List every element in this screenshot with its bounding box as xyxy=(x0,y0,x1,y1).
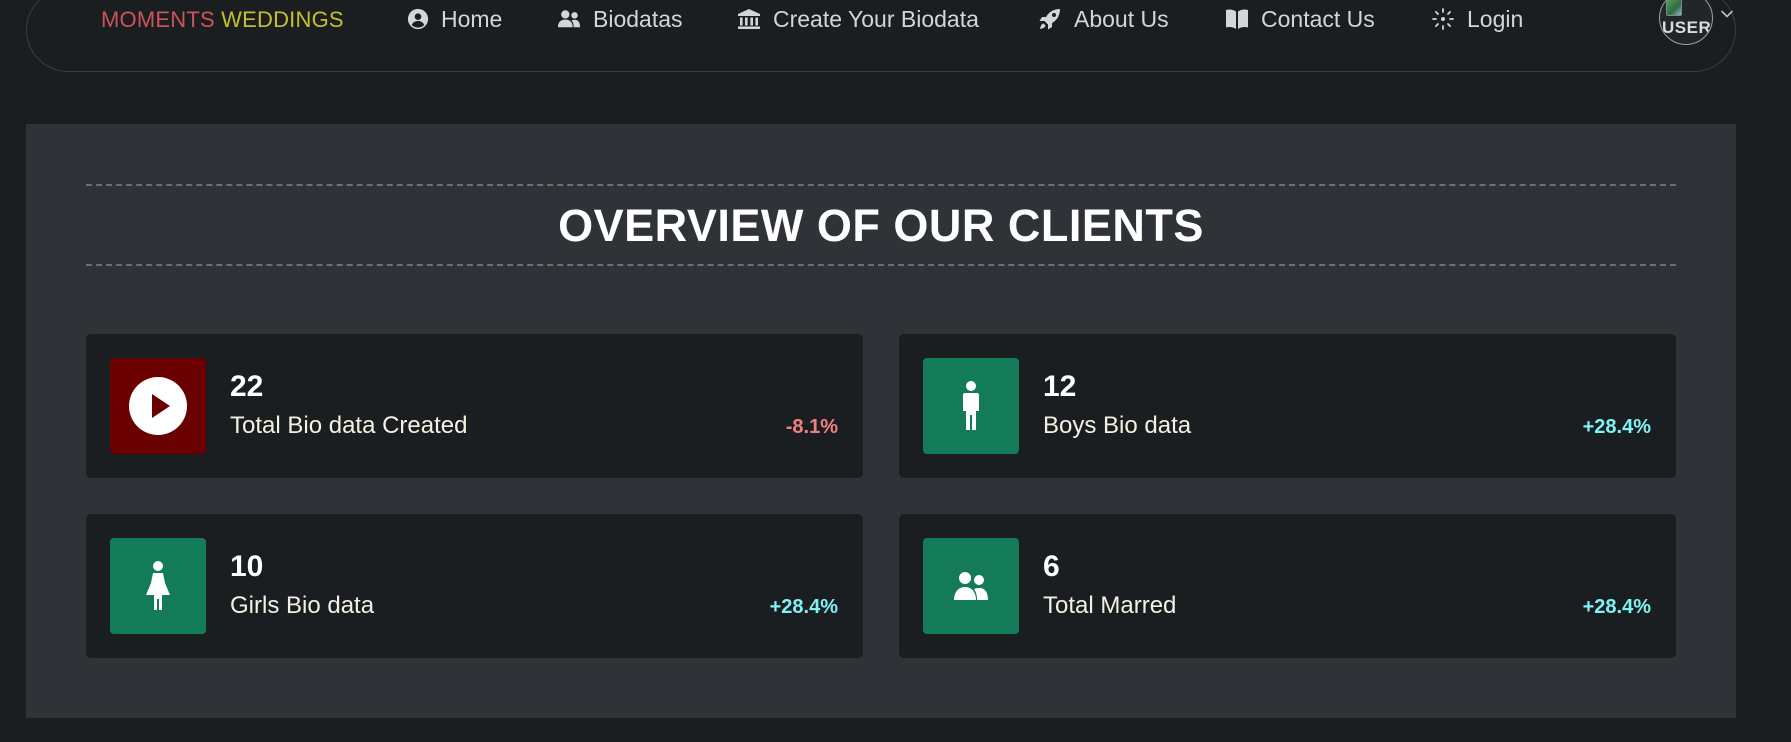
stat-card-icon-box xyxy=(110,358,206,454)
nav-about-label: About Us xyxy=(1074,5,1169,32)
chevron-down-icon[interactable] xyxy=(1720,7,1734,21)
stat-label: Total Marred xyxy=(1043,592,1177,619)
login-icon xyxy=(1432,8,1454,30)
stat-change: +28.4% xyxy=(1582,596,1651,618)
stat-change: +28.4% xyxy=(1582,416,1651,438)
section-title: OVERVIEW OF OUR CLIENTS xyxy=(558,200,1204,251)
stat-value: 22 xyxy=(230,370,264,403)
stat-label: Total Bio data Created xyxy=(230,412,468,439)
nav-create-biodata-label: Create Your Biodata xyxy=(773,5,979,32)
stat-value: 10 xyxy=(230,550,264,583)
nav-login-label: Login xyxy=(1467,5,1524,32)
female-icon xyxy=(146,561,170,610)
avatar-alt-text: USER xyxy=(1662,18,1712,37)
male-icon xyxy=(963,381,979,430)
nav-about-link[interactable]: About Us xyxy=(1038,3,1169,35)
brand-name-part2: WEDDINGS xyxy=(221,7,344,32)
bank-icon xyxy=(738,9,760,29)
user-circle-icon xyxy=(407,8,429,30)
stat-card-total-biodata: 22 Total Bio data Created -8.1% xyxy=(86,334,863,478)
nav-biodatas-link[interactable]: Biodatas xyxy=(557,3,683,35)
stat-card-total-married: 6 Total Marred +28.4% xyxy=(899,514,1676,658)
rocket-icon xyxy=(1039,9,1060,30)
brand-logo[interactable]: MOMENTS WEDDINGS xyxy=(101,7,344,33)
couple-icon xyxy=(954,572,988,600)
nav-login-link[interactable]: Login xyxy=(1431,3,1523,35)
stat-value: 12 xyxy=(1043,370,1077,403)
brand-name-part1: MOMENTS xyxy=(101,7,215,32)
overview-section: OVERVIEW OF OUR CLIENTS 22 Total Bio dat… xyxy=(26,124,1736,718)
stat-card-icon-box xyxy=(110,538,206,634)
stat-change: +28.4% xyxy=(769,596,838,618)
nav-contact-label: Contact Us xyxy=(1261,5,1375,32)
user-avatar[interactable]: USER xyxy=(1659,0,1713,45)
nav-home-label: Home xyxy=(441,5,503,32)
stat-card-icon-box xyxy=(923,358,1019,454)
nav-create-biodata-link[interactable]: Create Your Biodata xyxy=(737,3,979,35)
nav-home-link[interactable]: Home xyxy=(407,3,502,35)
stat-label: Boys Bio data xyxy=(1043,412,1192,439)
users-icon xyxy=(557,10,581,28)
stat-card-icon-box xyxy=(923,538,1019,634)
nav-contact-link[interactable]: Contact Us xyxy=(1225,3,1375,35)
stat-value: 6 xyxy=(1043,550,1060,583)
book-open-icon xyxy=(1226,9,1248,29)
stat-label: Girls Bio data xyxy=(230,592,375,619)
stat-card-girls-biodata: 10 Girls Bio data +28.4% xyxy=(86,514,863,658)
nav-biodatas-label: Biodatas xyxy=(593,5,683,32)
stat-card-boys-biodata: 12 Boys Bio data +28.4% xyxy=(899,334,1676,478)
navbar: MOMENTS WEDDINGS Home Biodatas Create Yo… xyxy=(26,0,1736,72)
title-divider-bottom xyxy=(86,264,1676,266)
title-divider-top xyxy=(86,184,1676,186)
play-circle-icon xyxy=(129,377,187,435)
stat-change: -8.1% xyxy=(785,416,838,438)
broken-image-icon xyxy=(1666,0,1682,16)
